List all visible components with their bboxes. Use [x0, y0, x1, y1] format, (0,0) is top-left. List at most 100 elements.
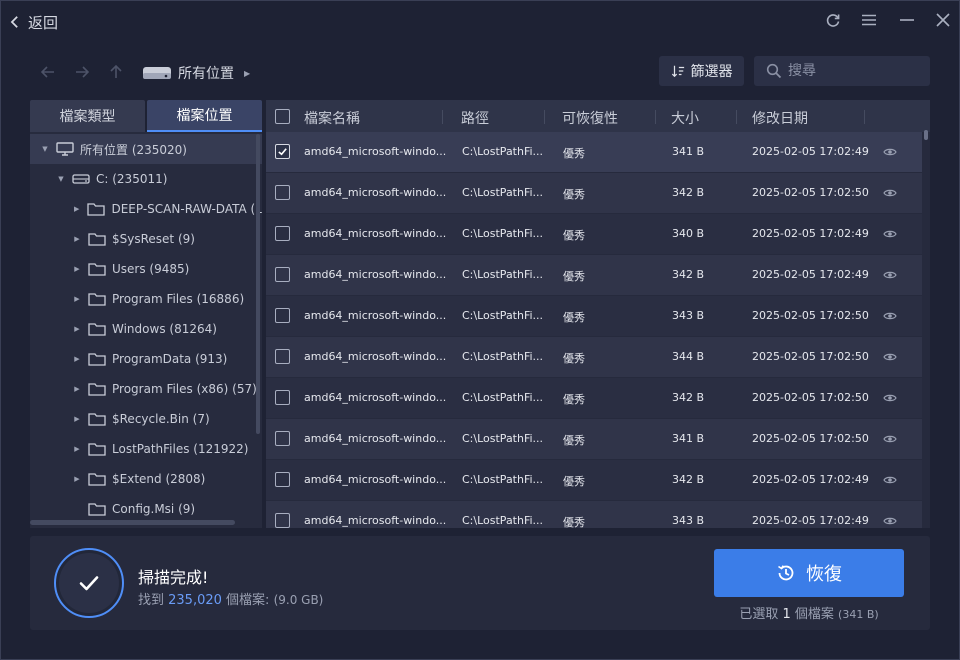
preview-eye-icon[interactable]: [883, 514, 897, 528]
folder-icon: [88, 233, 106, 246]
preview-eye-icon[interactable]: [883, 186, 897, 200]
select-all-checkbox[interactable]: [275, 109, 290, 124]
tree-item-folder[interactable]: ▶ Program Files (x86) (57): [30, 374, 262, 404]
expand-arrow-icon[interactable]: ▶: [72, 415, 82, 423]
row-checkbox[interactable]: [275, 185, 290, 200]
minimize-button[interactable]: [896, 9, 918, 31]
table-row[interactable]: amd64_microsoft-windo... C:\LostPathFi...…: [266, 337, 922, 377]
back-label: 返回: [28, 13, 59, 32]
tree-item-drive-c[interactable]: ▼ C: (235011): [30, 164, 262, 194]
preview-eye-icon[interactable]: [883, 268, 897, 282]
file-path: C:\LostPathFi...: [462, 268, 544, 281]
table-row[interactable]: amd64_microsoft-windo... C:\LostPathFi...…: [266, 132, 922, 172]
column-header-path[interactable]: 路徑: [461, 108, 489, 128]
tree-item-folder[interactable]: ▶ $Recycle.Bin (7): [30, 404, 262, 434]
row-checkbox[interactable]: [275, 472, 290, 487]
expand-arrow-icon[interactable]: ▶: [72, 205, 81, 213]
nav-up-button[interactable]: [106, 62, 126, 82]
tab-file-type[interactable]: 檔案類型: [30, 100, 145, 132]
column-header-recoverability[interactable]: 可恢復性: [562, 108, 618, 128]
tree-item-all-locations[interactable]: ▼ 所有位置 (235020): [30, 134, 262, 164]
expand-arrow-icon[interactable]: ▶: [72, 265, 82, 273]
file-name: amd64_microsoft-windo...: [304, 227, 447, 240]
tree-item-folder[interactable]: ▶ ProgramData (913): [30, 344, 262, 374]
close-button[interactable]: [932, 9, 954, 31]
row-checkbox[interactable]: [275, 267, 290, 282]
file-table: 檔案名稱 路徑 可恢復性 大小 修改日期 amd64_microsoft-win…: [266, 100, 930, 528]
file-name: amd64_microsoft-windo...: [304, 145, 447, 158]
tab-file-location[interactable]: 檔案位置: [147, 100, 262, 132]
tree-item-label: DEEP-SCAN-RAW-DATA (16: [111, 202, 262, 216]
tree-item-folder[interactable]: ▶ $Extend (2808): [30, 464, 262, 494]
column-header-modified-date[interactable]: 修改日期: [752, 108, 808, 128]
preview-eye-icon[interactable]: [883, 432, 897, 446]
tree-item-folder[interactable]: ▶ $SysReset (9): [30, 224, 262, 254]
modified-date: 2025-02-05 17:02:50: [752, 350, 869, 363]
preview-eye-icon[interactable]: [883, 227, 897, 241]
nav-back-button[interactable]: [38, 62, 58, 82]
modified-date: 2025-02-05 17:02:50: [752, 391, 869, 404]
tree-horizontal-scrollbar[interactable]: [30, 520, 235, 525]
tree-item-folder[interactable]: ▶ DEEP-SCAN-RAW-DATA (16: [30, 194, 262, 224]
preview-eye-icon[interactable]: [883, 309, 897, 323]
file-path: C:\LostPathFi...: [462, 514, 544, 527]
expand-arrow-icon[interactable]: ▶: [72, 385, 82, 393]
row-checkbox[interactable]: [275, 513, 290, 528]
menu-button[interactable]: [858, 9, 880, 31]
expand-arrow-icon[interactable]: ▶: [72, 355, 82, 363]
recoverability: 優秀: [563, 352, 585, 365]
file-name: amd64_microsoft-windo...: [304, 391, 447, 404]
refresh-button[interactable]: [822, 9, 844, 31]
row-checkbox[interactable]: [275, 431, 290, 446]
expand-arrow-icon[interactable]: ▶: [72, 445, 82, 453]
preview-eye-icon[interactable]: [883, 473, 897, 487]
recoverability: 優秀: [563, 229, 585, 242]
restore-button[interactable]: 恢復: [714, 549, 904, 597]
tree-item-folder[interactable]: ▶ LostPathFiles (121922): [30, 434, 262, 464]
tree-item-folder[interactable]: ▶ Users (9485): [30, 254, 262, 284]
search-icon: [766, 63, 782, 79]
file-name: amd64_microsoft-windo...: [304, 432, 447, 445]
table-row[interactable]: amd64_microsoft-windo... C:\LostPathFi...…: [266, 378, 922, 418]
row-checkbox[interactable]: [275, 349, 290, 364]
expand-arrow-icon[interactable]: ▶: [72, 235, 82, 243]
tree-vertical-scrollbar[interactable]: [256, 134, 260, 434]
panel-tabs: 檔案類型 檔案位置: [30, 100, 262, 132]
filter-button[interactable]: 篩選器: [659, 56, 744, 86]
expand-arrow-icon[interactable]: ▶: [72, 325, 82, 333]
table-row[interactable]: amd64_microsoft-windo... C:\LostPathFi...…: [266, 214, 922, 254]
row-checkbox[interactable]: [275, 390, 290, 405]
table-vertical-scrollbar[interactable]: [924, 130, 928, 140]
table-row[interactable]: amd64_microsoft-windo... C:\LostPathFi...…: [266, 255, 922, 295]
table-row[interactable]: amd64_microsoft-windo... C:\LostPathFi...…: [266, 296, 922, 336]
expand-arrow-icon[interactable]: ▼: [56, 175, 66, 183]
table-row[interactable]: amd64_microsoft-windo... C:\LostPathFi...…: [266, 419, 922, 459]
row-checkbox[interactable]: [275, 308, 290, 323]
preview-eye-icon[interactable]: [883, 350, 897, 364]
breadcrumb[interactable]: 所有位置 ▶: [142, 62, 250, 84]
tree-item-folder[interactable]: ▶ Windows (81264): [30, 314, 262, 344]
column-header-size[interactable]: 大小: [671, 108, 699, 128]
expand-arrow-icon[interactable]: ▶: [72, 475, 82, 483]
file-name: amd64_microsoft-windo...: [304, 473, 447, 486]
preview-eye-icon[interactable]: [883, 145, 897, 159]
folder-icon: [88, 353, 106, 366]
expand-arrow-icon[interactable]: ▼: [40, 145, 50, 153]
expand-arrow-icon[interactable]: ▶: [72, 295, 82, 303]
back-button[interactable]: 返回: [8, 10, 58, 34]
nav-forward-button[interactable]: [72, 62, 92, 82]
file-size: 342 B: [672, 391, 705, 404]
row-checkbox[interactable]: [275, 144, 290, 159]
row-checkbox[interactable]: [275, 226, 290, 241]
selection-summary: 已選取 1 個檔案 (341 B): [714, 603, 904, 622]
preview-eye-icon[interactable]: [883, 391, 897, 405]
table-row[interactable]: amd64_microsoft-windo... C:\LostPathFi...…: [266, 173, 922, 213]
file-size: 341 B: [672, 145, 705, 158]
table-row[interactable]: amd64_microsoft-windo... C:\LostPathFi...…: [266, 460, 922, 500]
column-header-name[interactable]: 檔案名稱: [304, 108, 360, 128]
table-row[interactable]: amd64_microsoft-windo... C:\LostPathFi...…: [266, 501, 922, 528]
tree-item-folder[interactable]: ▶ Program Files (16886): [30, 284, 262, 314]
computer-icon: [56, 142, 74, 156]
search-input[interactable]: [788, 63, 918, 79]
search-box[interactable]: [754, 56, 930, 86]
